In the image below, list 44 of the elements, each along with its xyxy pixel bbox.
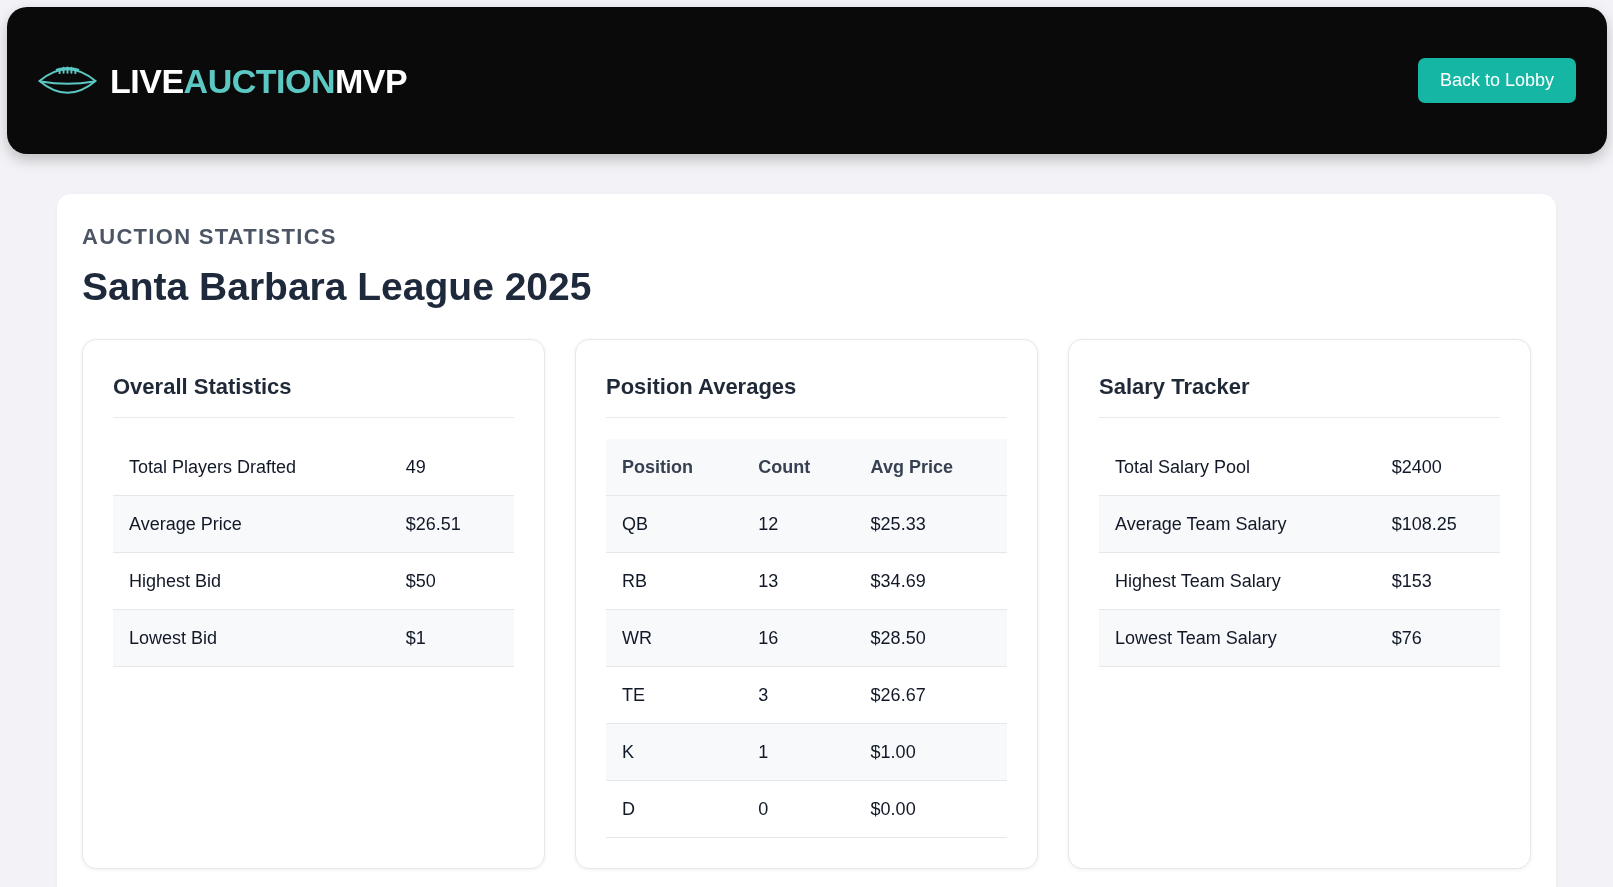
table-cell: RB: [606, 552, 743, 610]
column-header: Count: [742, 439, 855, 496]
table-cell: Total Players Drafted: [113, 439, 390, 496]
column-header: Avg Price: [854, 439, 1007, 496]
table-cell: Lowest Bid: [113, 609, 390, 667]
card-title: Overall Statistics: [113, 373, 292, 400]
page-title: Santa Barbara League 2025: [82, 264, 592, 310]
table-cell: $76: [1375, 609, 1500, 667]
table-cell: 1: [742, 723, 855, 781]
table-cell: $26.51: [389, 495, 514, 553]
table-cell: 16: [742, 609, 855, 667]
column-header: Position: [606, 439, 743, 496]
table-cell: $1: [389, 609, 514, 667]
table-cell: Lowest Team Salary: [1099, 609, 1376, 667]
card-title: Position Averages: [606, 373, 797, 400]
table-cell: $25.33: [854, 495, 1007, 553]
table-cell: $34.69: [854, 552, 1007, 610]
table-cell: $28.50: [854, 609, 1007, 667]
table-cell: Total Salary Pool: [1099, 439, 1376, 496]
table-cell: D: [606, 780, 743, 838]
table-cell: 49: [389, 439, 514, 496]
table-cell: 12: [742, 495, 855, 553]
table-cell: Highest Bid: [113, 552, 390, 610]
card-title: Salary Tracker: [1099, 373, 1250, 400]
table-cell: Highest Team Salary: [1099, 552, 1376, 610]
table-cell: $153: [1375, 552, 1500, 610]
logo-text: LIVEAUCTIONMVP: [110, 63, 408, 98]
table-cell: $108.25: [1375, 495, 1500, 553]
table-cell: TE: [606, 666, 743, 724]
table-cell: $50: [389, 552, 514, 610]
table-cell: $1.00: [854, 723, 1007, 781]
table-cell: $0.00: [854, 780, 1007, 838]
table-cell: Average Price: [113, 495, 390, 553]
table-cell: $26.67: [854, 666, 1007, 724]
back-button[interactable]: Back to Lobby: [1417, 58, 1576, 103]
table-cell: 3: [742, 666, 855, 724]
table-cell: K: [606, 723, 743, 781]
table-cell: WR: [606, 609, 743, 667]
table-cell: 0: [742, 780, 855, 838]
section-label: AUCTION STATISTICS: [82, 224, 337, 250]
table-cell: QB: [606, 495, 743, 553]
table-cell: 13: [742, 552, 855, 610]
table-cell: Average Team Salary: [1099, 495, 1376, 553]
table-cell: $2400: [1375, 439, 1500, 496]
